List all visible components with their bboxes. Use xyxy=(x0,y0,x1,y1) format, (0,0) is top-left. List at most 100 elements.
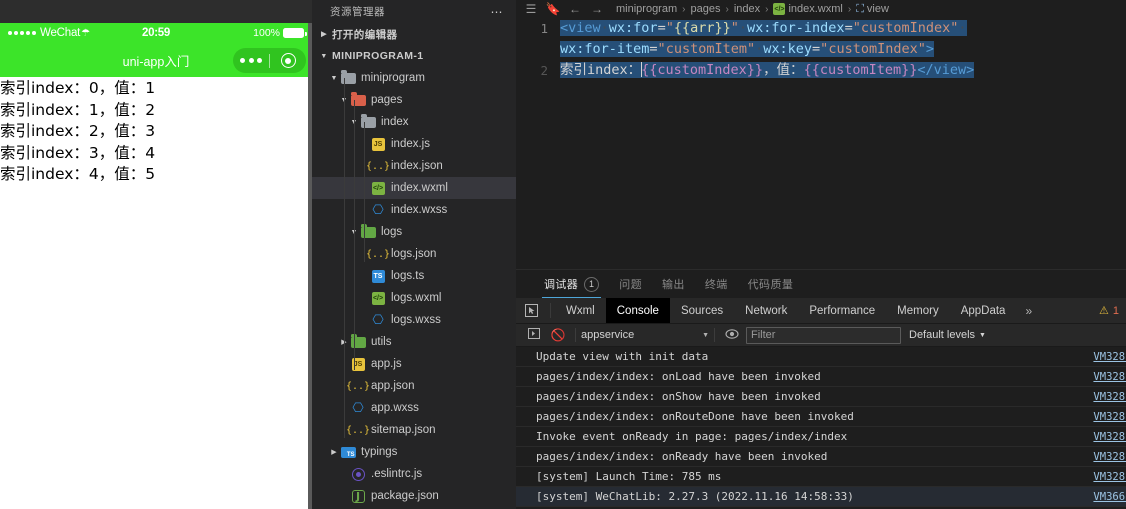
tree-item-eslintrc-js[interactable]: ▶ .eslintrc.js xyxy=(312,463,516,485)
tree-item-label: .eslintrc.js xyxy=(371,468,423,480)
tree-item-app-wxss[interactable]: ▶⎔app.wxss xyxy=(312,397,516,419)
chevron-down-icon[interactable]: ▼ xyxy=(318,53,330,60)
console-log-row[interactable]: pages/index/index: onLoad have been invo… xyxy=(516,367,1126,387)
breadcrumb-symbol[interactable]: ⛶ view xyxy=(856,3,889,16)
tree-item-[interactable]: ▶ 打开的编辑器 xyxy=(312,23,516,45)
panel-tab-终端[interactable]: 终端 xyxy=(695,270,738,298)
console-log-row[interactable]: [system] WeChatLib: 2.27.3 (2022.11.16 1… xyxy=(516,487,1126,507)
breadcrumb-item[interactable]: index xyxy=(734,3,760,15)
tag-open-token: <view xyxy=(560,20,601,36)
arrow-left-icon[interactable]: ← xyxy=(564,2,586,16)
warning-count: 1 xyxy=(1112,304,1119,317)
console-log-source[interactable]: VM328 WA xyxy=(1093,371,1126,383)
tree-item-index-json[interactable]: ▶{..}index.json xyxy=(312,155,516,177)
wxss-file-icon: ⎔ xyxy=(372,312,384,328)
tree-item-index[interactable]: ▼index xyxy=(312,111,516,133)
console-log-source[interactable]: VM328 WA xyxy=(1093,351,1126,363)
target-circle-icon[interactable] xyxy=(270,53,306,68)
tree-item-utils[interactable]: ▶utils xyxy=(312,331,516,353)
console-log-source[interactable]: VM328 WA xyxy=(1093,471,1126,483)
console-output[interactable]: Update view with init data VM328 WA pages/… xyxy=(516,347,1126,509)
devtools-tab-network[interactable]: Network xyxy=(734,298,798,323)
console-log-message: pages/index/index: onLoad have been invo… xyxy=(536,370,821,383)
tree-item-typings[interactable]: ▶ TS typings xyxy=(312,441,516,463)
console-log-row[interactable]: pages/index/index: onRouteDone have been… xyxy=(516,407,1126,427)
console-log-row[interactable]: [system] Launch Time: 785 ms VM328 WA xyxy=(516,467,1126,487)
log-levels-selector[interactable]: Default levels ▼ xyxy=(909,329,986,341)
warning-indicator[interactable]: ⚠ 1 xyxy=(1099,298,1126,323)
devtools-tab-wxml[interactable]: Wxml xyxy=(555,298,606,323)
tree-item-miniprogram[interactable]: ▼ miniprogram xyxy=(312,67,516,89)
console-log-source[interactable]: VM366 WA xyxy=(1093,491,1126,503)
console-log-source[interactable]: VM328 WA xyxy=(1093,431,1126,443)
toolbar-divider-2 xyxy=(714,328,715,342)
console-log-row[interactable]: Update view with init data VM328 WA xyxy=(516,347,1126,367)
panel-tab-调试器[interactable]: 调试器 1 xyxy=(534,270,609,298)
chevron-right-icon[interactable]: ▶ xyxy=(328,448,340,456)
attr-for-item-token: wx:for-item xyxy=(560,41,650,57)
inspect-cursor-icon[interactable] xyxy=(516,298,546,323)
code-content-line-1-wrapped[interactable]: wx:for-item="customItem"·wx:key="customI… xyxy=(560,39,934,60)
tree-item-index-wxml[interactable]: ▶</>index.wxml xyxy=(312,177,516,199)
devtools-tab-appdata[interactable]: AppData xyxy=(950,298,1017,323)
attr-key-token: wx:key xyxy=(763,41,813,57)
bookmark-icon[interactable]: 🔖 xyxy=(542,2,564,16)
console-log-row[interactable]: Invoke event onReady in page: pages/inde… xyxy=(516,427,1126,447)
bottom-panel: 调试器 1 问题 输出 终端 代码质量 Wxml Console Sources Network… xyxy=(516,269,1126,509)
tree-item-logs-wxss[interactable]: ▶⎔ logs.wxss xyxy=(312,309,516,331)
breadcrumb: ☰ 🔖 ← → miniprogram › pages › index › </> index… xyxy=(516,0,1126,18)
eye-icon[interactable] xyxy=(720,327,744,344)
tree-item-miniprogram-1[interactable]: ▼ MINIPROGRAM-1 xyxy=(312,45,516,67)
filter-input[interactable]: Filter xyxy=(746,326,901,344)
devtools-tab-performance[interactable]: Performance xyxy=(798,298,886,323)
tree-item-logs-wxml[interactable]: ▶</> logs.wxml xyxy=(312,287,516,309)
tree-item-sitemap-json[interactable]: ▶{..}sitemap.json xyxy=(312,419,516,441)
battery-full-icon xyxy=(283,28,307,38)
console-log-row[interactable]: pages/index/index: onReady have been inv… xyxy=(516,447,1126,467)
filter-placeholder: Filter xyxy=(751,329,776,341)
devtools-tab-console[interactable]: Console xyxy=(605,298,670,323)
panel-tab-问题[interactable]: 问题 xyxy=(609,270,652,298)
tree-item-index-js[interactable]: ▶JSindex.js xyxy=(312,133,516,155)
tree-item-logs-json[interactable]: ▶{..}logs.json xyxy=(312,243,516,265)
console-log-source[interactable]: VM328 WA xyxy=(1093,451,1126,463)
tree-item-app-json[interactable]: ▶{..}app.json xyxy=(312,375,516,397)
devtools-tab-memory[interactable]: Memory xyxy=(886,298,950,323)
json-file-icon: {..} xyxy=(345,424,371,436)
context-selector[interactable]: appservice ▼ xyxy=(581,329,709,341)
wxss-file-icon: ⎔ xyxy=(372,202,384,218)
ellipsis-icon[interactable]: ⋯ xyxy=(491,5,505,19)
tree-item-package-json[interactable]: ▶Jpackage.json xyxy=(312,485,516,507)
tree-item-index-wxss[interactable]: ▶⎔index.wxss xyxy=(312,199,516,221)
code-content-line-1[interactable]: <view·wx:for="{{arr}}"·wx:for-index="cus… xyxy=(560,18,967,39)
devtools-tab-sources[interactable]: Sources xyxy=(670,298,734,323)
outline-list-icon[interactable]: ☰ xyxy=(520,2,542,16)
panel-tab-label: 问题 xyxy=(619,279,643,291)
console-log-source[interactable]: VM328 WA xyxy=(1093,411,1126,423)
tree-item-label: logs.wxml xyxy=(391,292,442,304)
arrow-right-icon[interactable]: → xyxy=(586,2,608,16)
code-content-line-2[interactable]: 索引index：{{customIndex}}，值：{{customItem}}… xyxy=(560,60,975,81)
panel-tab-代码质量[interactable]: 代码质量 xyxy=(738,270,804,298)
chevron-down-icon[interactable]: ▼ xyxy=(328,75,340,82)
console-sidebar-icon[interactable] xyxy=(522,327,546,343)
panel-tab-输出[interactable]: 输出 xyxy=(652,270,695,298)
breadcrumb-item[interactable]: pages xyxy=(690,3,720,15)
tree-item-pages[interactable]: ▼pages xyxy=(312,89,516,111)
console-log-source[interactable]: VM328 WA xyxy=(1093,391,1126,403)
breadcrumb-file[interactable]: </> index.wxml xyxy=(773,3,843,15)
tree-item-app-js[interactable]: ▶JSapp.js xyxy=(312,353,516,375)
tree-item-logs[interactable]: ▼logs xyxy=(312,221,516,243)
chevron-double-right-icon[interactable]: » xyxy=(1016,298,1041,323)
tree-item-logs-ts[interactable]: ▶TS logs.ts xyxy=(312,265,516,287)
more-dots-icon[interactable] xyxy=(233,58,269,63)
capsule-button[interactable] xyxy=(233,48,306,73)
eslint-file-icon xyxy=(350,466,366,482)
node-file-icon: J xyxy=(350,488,366,504)
chevron-right-icon[interactable]: ▶ xyxy=(318,30,330,38)
text-middle-token: ，值： xyxy=(763,62,804,78)
breadcrumb-item[interactable]: miniprogram xyxy=(616,3,677,15)
console-log-row[interactable]: pages/index/index: onShow have been invo… xyxy=(516,387,1126,407)
code-editor[interactable]: 1 <view·wx:for="{{arr}}"·wx:for-index="c… xyxy=(516,18,1126,269)
clear-console-icon[interactable]: 🚫 xyxy=(546,328,570,342)
